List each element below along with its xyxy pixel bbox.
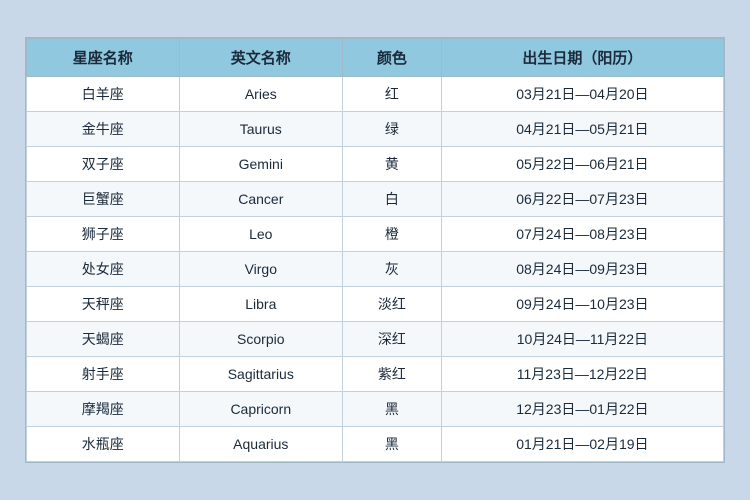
cell-row4-col0: 狮子座 bbox=[27, 217, 180, 252]
cell-row8-col1: Sagittarius bbox=[179, 357, 343, 392]
cell-row3-col1: Cancer bbox=[179, 182, 343, 217]
cell-row8-col2: 紫红 bbox=[343, 357, 442, 392]
cell-row4-col3: 07月24日—08月23日 bbox=[441, 217, 723, 252]
table-row: 天蝎座Scorpio深红10月24日—11月22日 bbox=[27, 322, 724, 357]
header-chinese-name: 星座名称 bbox=[27, 39, 180, 77]
cell-row10-col2: 黑 bbox=[343, 427, 442, 462]
cell-row9-col0: 摩羯座 bbox=[27, 392, 180, 427]
cell-row3-col3: 06月22日—07月23日 bbox=[441, 182, 723, 217]
cell-row9-col3: 12月23日—01月22日 bbox=[441, 392, 723, 427]
header-english-name: 英文名称 bbox=[179, 39, 343, 77]
table-row: 白羊座Aries红03月21日—04月20日 bbox=[27, 77, 724, 112]
cell-row5-col1: Virgo bbox=[179, 252, 343, 287]
table-row: 巨蟹座Cancer白06月22日—07月23日 bbox=[27, 182, 724, 217]
cell-row10-col0: 水瓶座 bbox=[27, 427, 180, 462]
cell-row7-col1: Scorpio bbox=[179, 322, 343, 357]
cell-row10-col3: 01月21日—02月19日 bbox=[441, 427, 723, 462]
cell-row9-col2: 黑 bbox=[343, 392, 442, 427]
header-dates: 出生日期（阳历） bbox=[441, 39, 723, 77]
cell-row2-col2: 黄 bbox=[343, 147, 442, 182]
zodiac-table: 星座名称 英文名称 颜色 出生日期（阳历） 白羊座Aries红03月21日—04… bbox=[26, 38, 724, 462]
cell-row4-col1: Leo bbox=[179, 217, 343, 252]
cell-row8-col0: 射手座 bbox=[27, 357, 180, 392]
cell-row0-col1: Aries bbox=[179, 77, 343, 112]
header-color: 颜色 bbox=[343, 39, 442, 77]
cell-row7-col0: 天蝎座 bbox=[27, 322, 180, 357]
table-row: 水瓶座Aquarius黑01月21日—02月19日 bbox=[27, 427, 724, 462]
cell-row0-col2: 红 bbox=[343, 77, 442, 112]
table-body: 白羊座Aries红03月21日—04月20日金牛座Taurus绿04月21日—0… bbox=[27, 77, 724, 462]
table-row: 处女座Virgo灰08月24日—09月23日 bbox=[27, 252, 724, 287]
cell-row8-col3: 11月23日—12月22日 bbox=[441, 357, 723, 392]
cell-row3-col0: 巨蟹座 bbox=[27, 182, 180, 217]
cell-row7-col2: 深红 bbox=[343, 322, 442, 357]
cell-row7-col3: 10月24日—11月22日 bbox=[441, 322, 723, 357]
zodiac-table-container: 星座名称 英文名称 颜色 出生日期（阳历） 白羊座Aries红03月21日—04… bbox=[25, 37, 725, 463]
cell-row10-col1: Aquarius bbox=[179, 427, 343, 462]
cell-row3-col2: 白 bbox=[343, 182, 442, 217]
cell-row6-col1: Libra bbox=[179, 287, 343, 322]
cell-row2-col0: 双子座 bbox=[27, 147, 180, 182]
cell-row1-col3: 04月21日—05月21日 bbox=[441, 112, 723, 147]
table-row: 双子座Gemini黄05月22日—06月21日 bbox=[27, 147, 724, 182]
table-row: 天秤座Libra淡红09月24日—10月23日 bbox=[27, 287, 724, 322]
cell-row9-col1: Capricorn bbox=[179, 392, 343, 427]
cell-row0-col0: 白羊座 bbox=[27, 77, 180, 112]
cell-row2-col3: 05月22日—06月21日 bbox=[441, 147, 723, 182]
cell-row5-col3: 08月24日—09月23日 bbox=[441, 252, 723, 287]
table-header-row: 星座名称 英文名称 颜色 出生日期（阳历） bbox=[27, 39, 724, 77]
cell-row0-col3: 03月21日—04月20日 bbox=[441, 77, 723, 112]
table-row: 射手座Sagittarius紫红11月23日—12月22日 bbox=[27, 357, 724, 392]
cell-row1-col2: 绿 bbox=[343, 112, 442, 147]
cell-row5-col0: 处女座 bbox=[27, 252, 180, 287]
table-row: 摩羯座Capricorn黑12月23日—01月22日 bbox=[27, 392, 724, 427]
cell-row4-col2: 橙 bbox=[343, 217, 442, 252]
table-row: 狮子座Leo橙07月24日—08月23日 bbox=[27, 217, 724, 252]
cell-row6-col2: 淡红 bbox=[343, 287, 442, 322]
cell-row2-col1: Gemini bbox=[179, 147, 343, 182]
cell-row1-col1: Taurus bbox=[179, 112, 343, 147]
cell-row1-col0: 金牛座 bbox=[27, 112, 180, 147]
table-row: 金牛座Taurus绿04月21日—05月21日 bbox=[27, 112, 724, 147]
cell-row6-col0: 天秤座 bbox=[27, 287, 180, 322]
cell-row6-col3: 09月24日—10月23日 bbox=[441, 287, 723, 322]
cell-row5-col2: 灰 bbox=[343, 252, 442, 287]
